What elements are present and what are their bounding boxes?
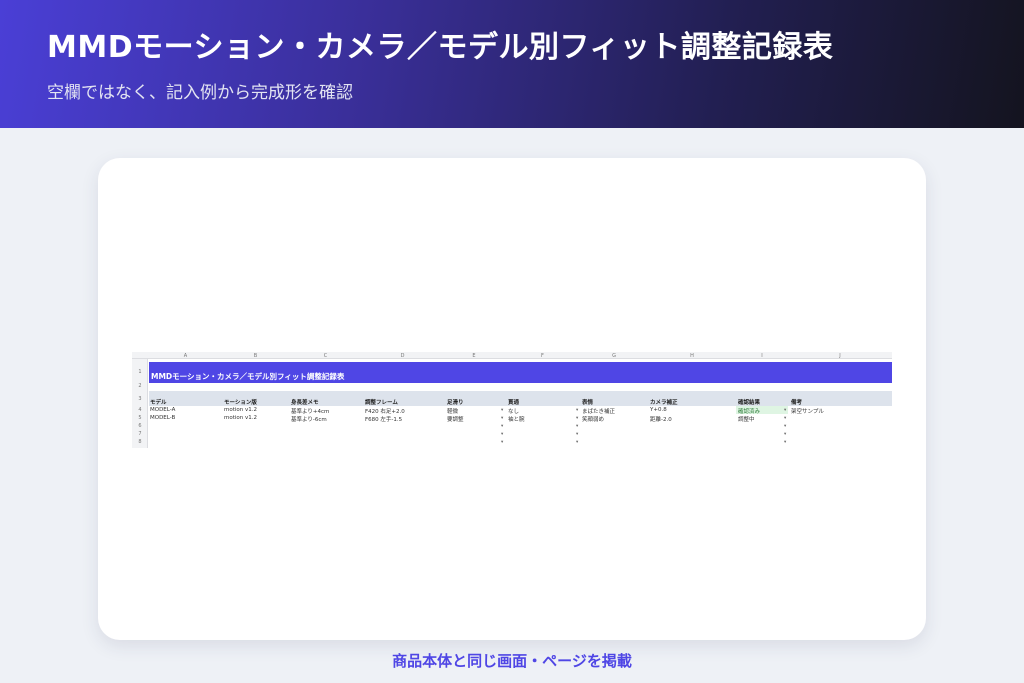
cell-b4[interactable]: motion v1.2 — [224, 407, 257, 413]
sheet-title-bar: MMDモーション・カメラ／モデル別フィット調整記録表 — [149, 362, 892, 383]
row-number-bar: 1 2 3 4 5 6 7 8 — [132, 359, 148, 448]
dropdown-chevron-icon[interactable]: ▾ — [784, 408, 786, 413]
header-cell-motion[interactable]: モーション版 — [224, 398, 257, 406]
column-header-a: A — [183, 353, 188, 359]
column-header-c: C — [323, 353, 328, 359]
cell-b5[interactable]: motion v1.2 — [224, 415, 257, 421]
dropdown-chevron-icon[interactable]: ▾ — [784, 440, 786, 445]
header-cell-camera[interactable]: カメラ補正 — [650, 398, 678, 406]
dropdown-chevron-icon[interactable]: ▾ — [784, 432, 786, 437]
header-cell-model[interactable]: モデル — [150, 398, 167, 406]
dropdown-chevron-icon[interactable]: ▾ — [784, 424, 786, 429]
header-banner: MMDモーション・カメラ／モデル別フィット調整記録表 空欄ではなく、記入例から完… — [0, 0, 1024, 128]
row-number-6: 6 — [138, 423, 142, 429]
page-title: MMDモーション・カメラ／モデル別フィット調整記録表 — [47, 30, 834, 65]
column-header-j: J — [839, 353, 841, 359]
cell-i5[interactable]: 調整中 — [738, 415, 755, 423]
cell-f4[interactable]: なし — [508, 407, 519, 415]
cell-d4[interactable]: F420 右足+2.0 — [365, 407, 405, 415]
header-cell-face[interactable]: 表情 — [582, 398, 593, 406]
dropdown-chevron-icon[interactable]: ▾ — [784, 416, 786, 421]
dropdown-chevron-icon[interactable]: ▾ — [576, 440, 578, 445]
header-row — [149, 391, 892, 406]
column-header-f: F — [541, 353, 544, 359]
cell-g4[interactable]: まばたき補正 — [582, 407, 615, 415]
dropdown-chevron-icon[interactable]: ▾ — [501, 432, 503, 437]
cell-e5[interactable]: 要調整 — [447, 415, 464, 423]
spreadsheet-preview: A B C D E F G H I J 1 2 3 4 5 6 7 8 MMDモ… — [132, 352, 892, 448]
dropdown-chevron-icon[interactable]: ▾ — [576, 416, 578, 421]
header-cell-notes[interactable]: 備考 — [791, 398, 802, 406]
column-header-i: I — [761, 353, 763, 359]
row-number-4: 4 — [138, 407, 142, 413]
caption-text: 商品本体と同じ画面・ページを掲載 — [392, 652, 632, 670]
cell-i4[interactable]: 確認済み — [738, 407, 760, 415]
column-header-e: E — [472, 353, 476, 359]
row-number-5: 5 — [138, 415, 142, 421]
dropdown-chevron-icon[interactable]: ▾ — [576, 424, 578, 429]
dropdown-chevron-icon[interactable]: ▾ — [501, 440, 503, 445]
header-cell-foot[interactable]: 足滑り — [447, 398, 464, 406]
column-header-d: D — [400, 353, 405, 359]
row-number-3: 3 — [138, 396, 142, 402]
cell-f5[interactable]: 袖と腕 — [508, 415, 525, 423]
column-header-g: G — [612, 353, 616, 359]
header-cell-result[interactable]: 確認結果 — [738, 398, 760, 406]
cell-j4[interactable]: 架空サンプル — [791, 407, 824, 415]
header-cell-height[interactable]: 身長差メモ — [291, 398, 319, 406]
dropdown-chevron-icon[interactable]: ▾ — [576, 432, 578, 437]
cell-g5[interactable]: 笑顔弱め — [582, 415, 604, 423]
cell-h4[interactable]: Y+0.8 — [650, 407, 667, 413]
page-subtitle: 空欄ではなく、記入例から完成形を確認 — [47, 83, 353, 103]
cell-a5[interactable]: MODEL-B — [150, 415, 175, 421]
cell-a4[interactable]: MODEL-A — [150, 407, 175, 413]
header-cell-clip[interactable]: 貫通 — [508, 398, 519, 406]
dropdown-chevron-icon[interactable]: ▾ — [501, 408, 503, 413]
cell-c4[interactable]: 基準より+4cm — [291, 407, 329, 415]
dropdown-chevron-icon[interactable]: ▾ — [501, 424, 503, 429]
column-header-bar: A B C D E F G H I J — [132, 352, 892, 359]
row-number-7: 7 — [138, 431, 142, 437]
sheet-title: MMDモーション・カメラ／モデル別フィット調整記録表 — [151, 372, 345, 381]
column-header-b: B — [253, 353, 258, 359]
cell-h5[interactable]: 距離-2.0 — [650, 415, 672, 423]
cell-d5[interactable]: F680 左手-1.5 — [365, 415, 402, 423]
cell-e4[interactable]: 軽微 — [447, 407, 458, 415]
dropdown-chevron-icon[interactable]: ▾ — [576, 408, 578, 413]
cell-c5[interactable]: 基準より-6cm — [291, 415, 327, 423]
row-number-1: 1 — [138, 369, 142, 375]
dropdown-chevron-icon[interactable]: ▾ — [501, 416, 503, 421]
row-number-8: 8 — [138, 439, 142, 445]
header-cell-frame[interactable]: 調整フレーム — [365, 398, 398, 406]
row-number-2: 2 — [138, 383, 142, 389]
column-header-h: H — [690, 353, 694, 359]
